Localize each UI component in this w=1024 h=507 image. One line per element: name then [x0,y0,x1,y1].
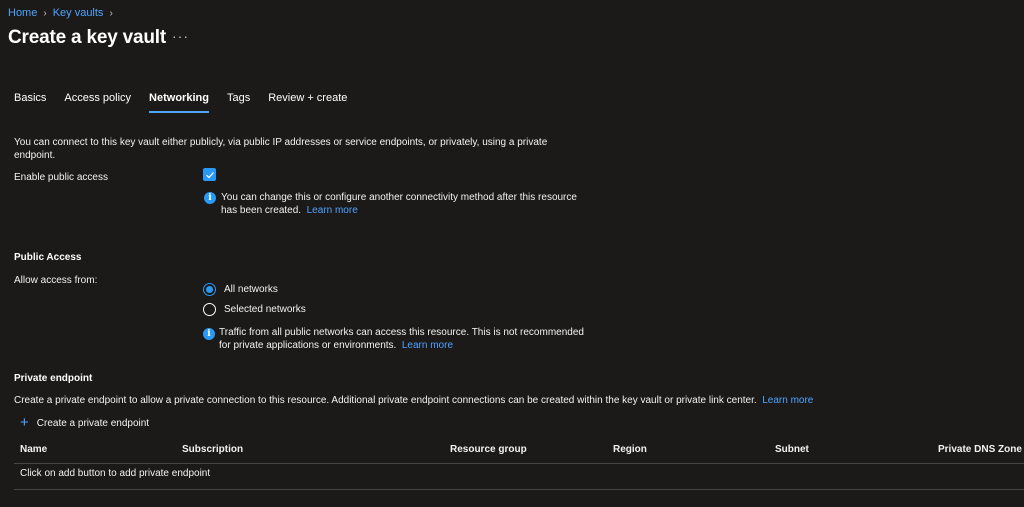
create-private-endpoint-button[interactable]: + Create a private endpoint [20,414,150,431]
public-access-info-text: You can change this or configure another… [221,192,577,216]
column-header-resource-group: Resource group [450,444,527,455]
info-icon: i [204,192,216,204]
breadcrumb: Home › Key vaults › [8,7,113,19]
plus-icon: + [20,414,29,431]
column-header-name: Name [20,444,48,455]
traffic-info: Traffic from all public networks can acc… [219,326,584,352]
radio-all-networks[interactable]: All networks [203,283,278,296]
column-header-subscription: Subscription [182,444,244,455]
checkmark-icon [205,171,214,178]
column-header-region: Region [613,444,647,455]
tab-access-policy[interactable]: Access policy [64,92,131,113]
enable-public-access-checkbox[interactable] [203,168,216,181]
breadcrumb-home-link[interactable]: Home [8,7,37,19]
empty-table-message: Click on add button to add private endpo… [20,468,211,479]
page-title: Create a key vault [8,27,166,48]
tab-bar: Basics Access policy Networking Tags Rev… [14,92,365,113]
allow-access-from-label: Allow access from: [14,275,98,286]
enable-public-access-label: Enable public access [14,172,108,183]
radio-selected-networks[interactable]: Selected networks [203,303,306,316]
breadcrumb-key-vaults-link[interactable]: Key vaults [53,7,104,19]
table-row: Click on add button to add private endpo… [14,463,1024,490]
tab-basics[interactable]: Basics [14,92,46,113]
more-options-icon[interactable]: ··· [172,28,189,44]
radio-button[interactable] [203,283,216,296]
networking-intro-text: You can connect to this key vault either… [14,137,548,161]
private-endpoint-table-header: Name Subscription Resource group Region … [14,443,1024,464]
private-endpoint-description-text: Create a private endpoint to allow a pri… [14,395,757,406]
tab-networking[interactable]: Networking [149,92,209,113]
info-icon: i [203,328,215,340]
private-endpoint-description: Create a private endpoint to allow a pri… [14,395,1014,406]
column-header-subnet: Subnet [775,444,809,455]
learn-more-link[interactable]: Learn more [307,205,358,216]
column-header-private-dns-zone: Private DNS Zone [938,444,1022,455]
tab-tags[interactable]: Tags [227,92,250,113]
public-access-title: Public Access [14,252,82,263]
chevron-right-icon: › [109,7,113,19]
learn-more-link[interactable]: Learn more [762,395,813,406]
radio-label: All networks [224,284,278,295]
public-access-info: You can change this or configure another… [221,191,581,217]
tab-review-create[interactable]: Review + create [268,92,347,113]
create-private-endpoint-label: Create a private endpoint [36,417,150,429]
private-endpoint-title: Private endpoint [14,373,93,384]
radio-button[interactable] [203,303,216,316]
learn-more-link[interactable]: Learn more [402,340,453,351]
radio-label: Selected networks [224,304,306,315]
chevron-right-icon: › [43,7,47,19]
